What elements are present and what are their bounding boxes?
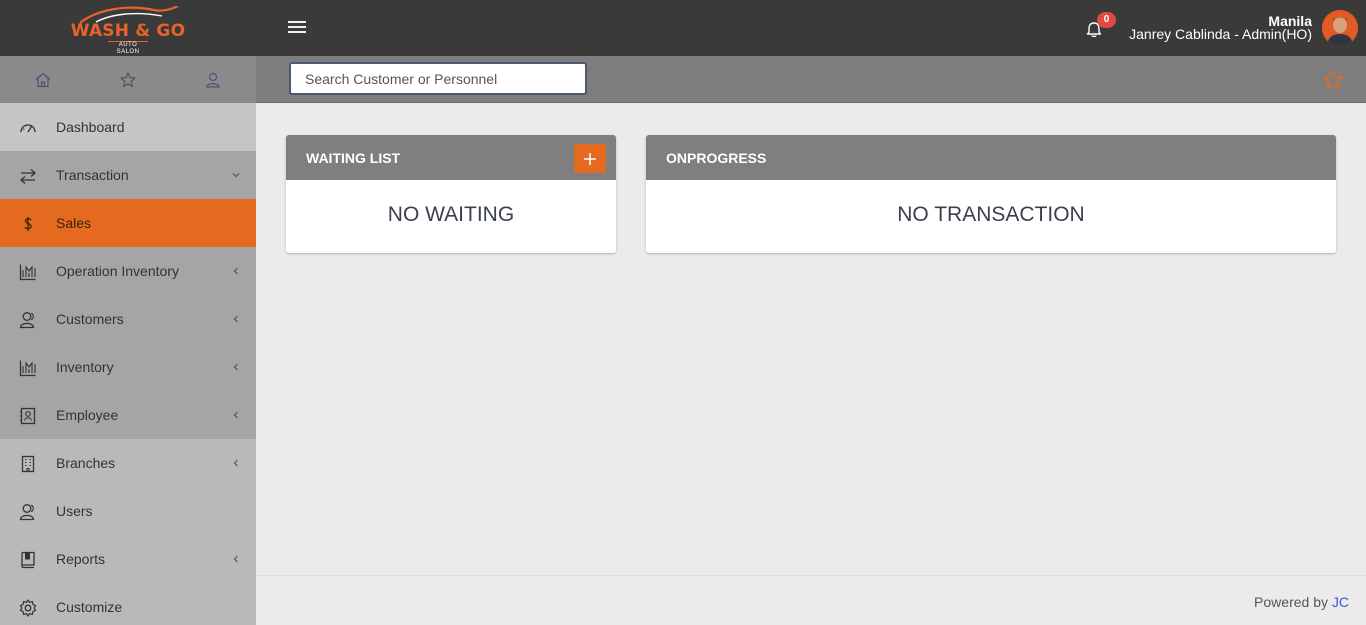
sidebar-item-label: Transaction	[56, 167, 129, 183]
sidebar-item-label: Operation Inventory	[56, 263, 179, 279]
gear-icon	[19, 599, 37, 617]
chevron-left-icon	[233, 555, 238, 563]
sidebar-item-label: Customize	[56, 599, 123, 615]
sidebar-item-inventory[interactable]: Inventory	[0, 343, 256, 391]
tab-profile[interactable]	[171, 56, 256, 103]
sidebar-item-sales[interactable]: Sales	[0, 199, 256, 247]
chevron-left-icon	[233, 315, 238, 323]
star-icon	[120, 71, 136, 87]
top-navbar: WASH & GO AUTO SALON 0 Manila Janrey Cab…	[0, 0, 1366, 57]
building-icon	[21, 455, 35, 473]
waiting-list-empty-text: NO WAITING	[387, 202, 515, 226]
dashboard-icon	[20, 124, 36, 133]
sidebar-item-branches[interactable]: Branches	[0, 439, 256, 487]
sidebar-item-label: Inventory	[56, 359, 114, 375]
search-bar-area	[256, 56, 1366, 103]
sidebar-item-reports[interactable]: Reports	[0, 535, 256, 583]
avatar[interactable]	[1322, 10, 1358, 46]
user-name[interactable]: Janrey Cablinda - Admin(HO)	[1129, 27, 1312, 42]
avatar-image	[1322, 10, 1358, 46]
wash-and-go-logo: WASH & GO AUTO SALON	[68, 4, 188, 57]
sidebar-item-customers[interactable]: Customers	[0, 295, 256, 343]
tab-home[interactable]	[0, 56, 85, 103]
chevron-left-icon	[233, 363, 238, 371]
transfer-icon	[20, 169, 36, 184]
sidebar-item-label: Branches	[56, 455, 116, 471]
logo-text: WASH & GO	[70, 21, 186, 41]
onprogress-card: ONPROGRESS NO TRANSACTION	[646, 135, 1336, 253]
sidebar-item-users[interactable]: Users	[0, 487, 256, 535]
users-icon	[19, 312, 35, 329]
sidebar-item-employee[interactable]: Employee	[0, 391, 256, 439]
add-waiting-button[interactable]	[574, 144, 606, 173]
logo[interactable]: WASH & GO AUTO SALON	[0, 0, 256, 57]
users-icon	[19, 504, 35, 521]
sidebar-tabs	[0, 56, 256, 103]
sidebar: Dashboard Transaction Sales Operation In…	[0, 56, 256, 625]
star-icon[interactable]	[1321, 68, 1345, 92]
search-input[interactable]	[289, 62, 587, 95]
user-icon	[206, 72, 220, 88]
chart-icon	[19, 360, 36, 377]
sidebar-item-customize[interactable]: Customize	[0, 583, 256, 625]
sidebar-item-label: Users	[56, 503, 93, 519]
chevron-left-icon	[233, 459, 238, 467]
onprogress-title: ONPROGRESS	[666, 149, 767, 166]
chevron-down-icon	[232, 173, 240, 178]
footer: Powered by JC	[256, 575, 1366, 625]
sidebar-item-label: Dashboard	[56, 119, 125, 135]
sidebar-item-label: Employee	[56, 407, 119, 423]
chevron-left-icon	[233, 411, 238, 419]
plus-icon	[584, 152, 596, 165]
main-content: WAITING LIST NO WAITING ONPROGRESS NO TR…	[256, 104, 1366, 576]
home-icon	[35, 72, 51, 87]
waiting-list-title: WAITING LIST	[306, 149, 401, 166]
sidebar-item-label: Reports	[56, 551, 106, 567]
book-icon	[21, 551, 35, 569]
contact-card-icon	[19, 407, 36, 425]
menu-toggle-button[interactable]	[286, 18, 308, 38]
sidebar-item-label: Customers	[56, 311, 124, 327]
tab-favorites[interactable]	[85, 56, 170, 103]
author-link[interactable]: JC	[1332, 594, 1349, 610]
onprogress-empty-text: NO TRANSACTION	[897, 202, 1085, 226]
notification-count-badge: 0	[1097, 12, 1116, 28]
chart-icon	[19, 264, 36, 281]
footer-credit: Powered by JC	[1254, 594, 1349, 610]
sidebar-item-transaction[interactable]: Transaction	[0, 151, 256, 199]
sidebar-item-operation-inventory[interactable]: Operation Inventory	[0, 247, 256, 295]
logo-subtext: AUTO SALON	[108, 41, 148, 57]
waiting-list-header: WAITING LIST	[286, 135, 616, 180]
sidebar-item-dashboard[interactable]: Dashboard	[0, 103, 256, 151]
sidebar-item-label: Sales	[56, 215, 92, 231]
onprogress-header: ONPROGRESS	[646, 135, 1336, 180]
powered-by-text: Powered by	[1254, 594, 1328, 610]
dollar-icon	[24, 217, 32, 231]
waiting-list-card: WAITING LIST NO WAITING	[286, 135, 616, 253]
chevron-left-icon	[233, 267, 238, 275]
